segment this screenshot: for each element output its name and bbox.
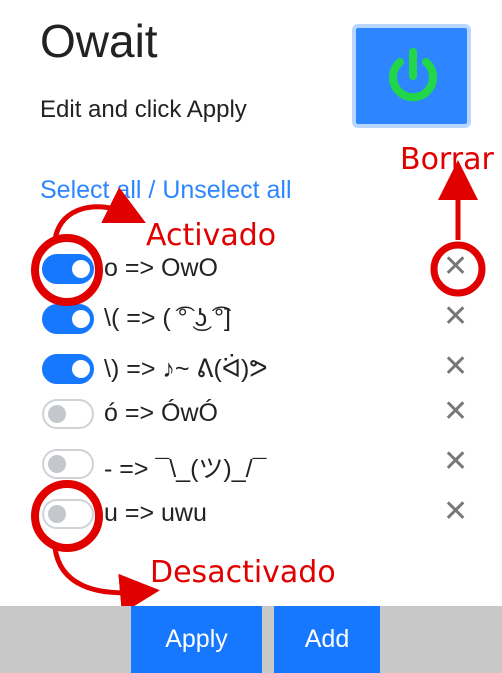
add-button[interactable]: Add (274, 606, 380, 673)
toggle-knob (48, 405, 66, 423)
delete-icon[interactable]: ✕ (443, 447, 468, 477)
power-icon (389, 48, 437, 102)
desactivado-label: Desactivado (150, 555, 336, 590)
delete-icon[interactable]: ✕ (443, 497, 468, 527)
delete-icon[interactable]: ✕ (443, 302, 468, 332)
rule-text: o => OwO (104, 254, 218, 282)
toggle-knob (72, 310, 90, 328)
rule-row: \( => ( ͡° ͜ʖ ͡°] ✕ (42, 302, 482, 338)
toggle-knob (72, 260, 90, 278)
rule-toggle[interactable] (42, 449, 94, 479)
power-button[interactable] (352, 24, 471, 128)
app-title: Owait (40, 15, 158, 67)
activado-label: Activado (146, 218, 277, 253)
rule-row: u => uwu ✕ (42, 497, 482, 533)
activado-arrow (52, 187, 146, 241)
app-subtitle: Edit and click Apply (40, 96, 247, 123)
toggle-knob (48, 455, 66, 473)
rule-row: \) => ♪~ ᕕ(ᐛ)ᕗ ✕ (42, 352, 482, 388)
selection-links: Select all / Unselect all (40, 176, 292, 205)
delete-icon[interactable]: ✕ (443, 352, 468, 382)
rule-toggle[interactable] (42, 304, 94, 334)
rule-text: u => uwu (104, 499, 207, 527)
rule-row: o => OwO ✕ (42, 252, 482, 288)
rule-row: ó => ÓwÓ ✕ (42, 397, 482, 433)
desactivado-arrow (52, 547, 160, 614)
rule-text: \( => ( ͡° ͜ʖ ͡°] (104, 304, 231, 332)
toggle-knob (48, 505, 66, 523)
selection-separator: / (148, 176, 156, 204)
rule-toggle[interactable] (42, 499, 94, 529)
rule-toggle[interactable] (42, 254, 94, 284)
unselect-all-link[interactable]: Unselect all (162, 176, 291, 204)
borrar-label: Borrar (400, 142, 494, 177)
select-all-link[interactable]: Select all (40, 176, 141, 204)
delete-icon[interactable]: ✕ (443, 252, 468, 282)
rule-row: - => ¯\_(ツ)_/¯ ✕ (42, 447, 482, 483)
rule-text: ó => ÓwÓ (104, 399, 218, 427)
apply-button[interactable]: Apply (131, 606, 262, 673)
rule-toggle[interactable] (42, 354, 94, 384)
rule-text: - => ¯\_(ツ)_/¯ (104, 455, 267, 483)
toggle-knob (72, 360, 90, 378)
rule-toggle[interactable] (42, 399, 94, 429)
rule-text: \) => ♪~ ᕕ(ᐛ)ᕗ (104, 355, 268, 383)
delete-icon[interactable]: ✕ (443, 397, 468, 427)
